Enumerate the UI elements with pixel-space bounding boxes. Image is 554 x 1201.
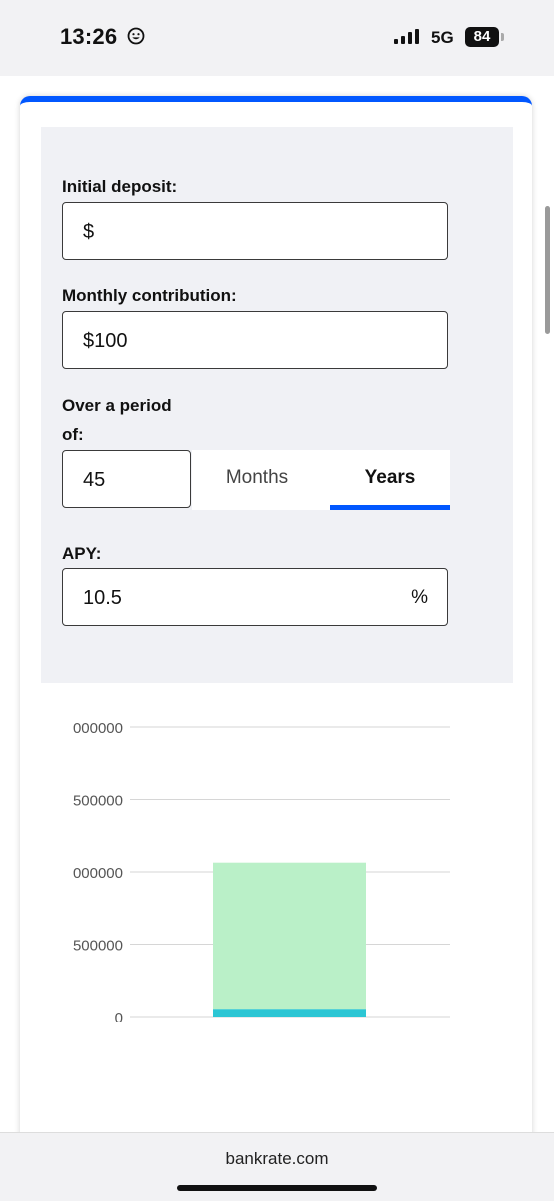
scrollbar[interactable] <box>545 206 550 334</box>
initial-deposit-label: Initial deposit: <box>62 177 178 196</box>
calculator-card: Initial deposit: $ Monthly contribution:… <box>20 96 532 1132</box>
initial-deposit-input[interactable]: $ <box>62 202 448 260</box>
period-input[interactable]: 45 <box>62 450 191 508</box>
battery-tip <box>501 33 504 41</box>
months-tab[interactable]: Months <box>197 450 317 510</box>
bar-interest <box>213 862 366 1010</box>
y-tick-label: 0 <box>115 1010 123 1022</box>
percent-sign: % <box>411 587 428 608</box>
y-tick-label: 000000 <box>73 865 123 882</box>
apy-input[interactable]: 10.5 % <box>62 568 448 626</box>
smiley-icon <box>127 27 145 45</box>
monthly-contribution-value: $100 <box>83 330 128 352</box>
period-unit-tabs: Months Years <box>192 450 450 510</box>
period-label-line1: Over a period <box>62 396 172 415</box>
apy-value: 10.5 <box>83 587 122 609</box>
y-tick-label: 000000 <box>73 720 123 737</box>
savings-chart: 000000 500000 000000 500000 0 <box>20 692 532 1022</box>
battery-level: 84 <box>465 27 499 47</box>
bar-deposits <box>213 1009 366 1017</box>
network-type: 5G <box>431 28 454 47</box>
signal-icon <box>394 29 419 44</box>
battery-icon: 84 <box>465 27 507 47</box>
status-bar: 13:26 5G 84 <box>0 0 554 76</box>
apy-label: APY: <box>62 544 102 563</box>
period-label-line2: of: <box>62 425 84 444</box>
y-tick-label: 500000 <box>73 938 123 955</box>
y-tick-label: 500000 <box>73 793 123 810</box>
initial-deposit-value: $ <box>83 221 95 243</box>
period-value: 45 <box>83 469 106 491</box>
status-time: 13:26 <box>60 24 118 49</box>
monthly-contribution-input[interactable]: $100 <box>62 311 448 369</box>
url-label[interactable]: bankrate.com <box>0 1149 554 1169</box>
years-tab[interactable]: Years <box>330 450 450 510</box>
page-content: Initial deposit: $ Monthly contribution:… <box>0 76 554 1132</box>
monthly-contribution-label: Monthly contribution: <box>62 286 237 305</box>
chart-canvas: 000000 500000 000000 500000 0 <box>73 720 450 1022</box>
browser-bottom-bar: bankrate.com <box>0 1132 554 1201</box>
home-indicator[interactable] <box>177 1185 377 1191</box>
